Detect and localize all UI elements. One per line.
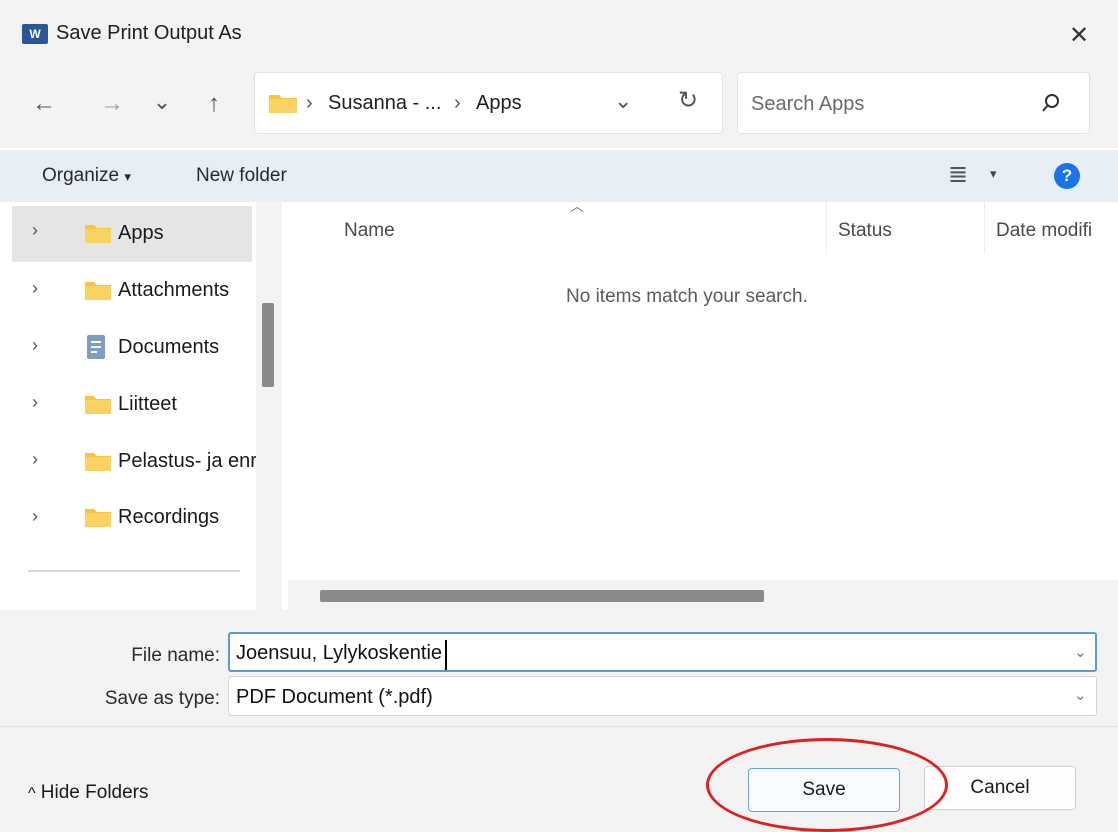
new-folder-button[interactable]: New folder xyxy=(196,165,287,187)
forward-button[interactable]: → xyxy=(92,84,132,124)
chevron-right-icon[interactable]: › xyxy=(32,220,38,241)
help-icon[interactable]: ? xyxy=(1054,163,1080,189)
view-dropdown-button[interactable]: ▾ xyxy=(990,166,997,182)
save-as-type-label: Save as type: xyxy=(104,688,220,709)
folder-icon xyxy=(85,509,111,527)
chevron-right-icon[interactable]: › xyxy=(32,506,38,527)
folder-icon xyxy=(85,396,111,414)
folder-icon xyxy=(85,453,111,471)
nav-scrollbar-track[interactable] xyxy=(256,202,282,610)
chevron-down-icon: ⌄ xyxy=(614,88,633,113)
chevron-right-icon[interactable]: › xyxy=(32,278,38,299)
search-placeholder: Search Apps xyxy=(751,93,865,115)
tree-item-label: Attachments xyxy=(118,279,230,301)
chevron-right-icon[interactable]: › xyxy=(32,392,38,413)
breadcrumb-item-apps[interactable]: Apps xyxy=(476,92,522,115)
file-list[interactable] xyxy=(288,202,1118,610)
tree-item-label: Apps xyxy=(118,222,164,244)
column-divider[interactable] xyxy=(826,202,827,254)
column-header-date-modified[interactable]: Date modifi xyxy=(996,220,1114,242)
footer-divider xyxy=(0,726,1118,727)
chevron-up-icon: ^ xyxy=(28,785,36,802)
column-header-status[interactable]: Status xyxy=(838,220,892,242)
refresh-icon: ↻ xyxy=(678,87,699,114)
list-view-icon: ≣ xyxy=(948,161,969,188)
chevron-down-icon[interactable]: ⌄ xyxy=(1074,686,1087,704)
folder-icon xyxy=(85,225,111,243)
column-divider[interactable] xyxy=(984,202,985,254)
arrow-up-icon: ↑ xyxy=(208,90,220,117)
arrow-left-icon: ← xyxy=(32,90,56,117)
view-options-button[interactable]: ≣ xyxy=(948,160,968,189)
search-icon[interactable] xyxy=(1040,92,1062,114)
folder-icon xyxy=(85,282,111,300)
tree-item-label: Documents xyxy=(118,336,220,358)
address-dropdown-button[interactable]: ⌄ xyxy=(614,88,632,114)
tree-item-label: Recordings xyxy=(118,506,220,528)
recent-locations-button[interactable]: ⌄ xyxy=(142,82,182,122)
organize-button[interactable]: Organize ▾ xyxy=(42,165,131,187)
hide-folders-label: Hide Folders xyxy=(40,782,149,803)
file-name-value: Joensuu, Lylykoskentie xyxy=(236,642,443,664)
caret-down-icon: ▾ xyxy=(990,166,997,181)
chevron-down-icon[interactable]: ⌄ xyxy=(1074,643,1087,661)
organize-label: Organize xyxy=(42,165,120,186)
empty-message: No items match your search. xyxy=(566,286,808,307)
chevron-down-icon: ⌄ xyxy=(152,89,172,114)
save-as-type-value: PDF Document (*.pdf) xyxy=(236,686,433,708)
tree-item-label: Liitteet xyxy=(118,393,177,415)
column-header-name[interactable]: Name xyxy=(344,220,395,242)
chevron-right-icon[interactable]: › xyxy=(32,335,38,356)
nav-divider xyxy=(28,570,240,572)
sort-ascending-icon: ︿ xyxy=(570,198,584,214)
breadcrumb-separator: › xyxy=(306,92,313,114)
documents-icon xyxy=(87,335,105,359)
horizontal-scrollbar-thumb[interactable] xyxy=(320,590,764,602)
tree-item-label: Pelastus- ja enr xyxy=(118,450,256,472)
chevron-right-icon[interactable]: › xyxy=(32,449,38,470)
save-button[interactable]: Save xyxy=(748,768,900,812)
arrow-right-icon: → xyxy=(100,90,124,117)
word-app-icon: W xyxy=(22,24,48,44)
refresh-button[interactable]: ↻ xyxy=(678,86,698,115)
window-title: Save Print Output As xyxy=(56,22,242,44)
file-name-label: File name: xyxy=(131,645,220,666)
back-button[interactable]: ← xyxy=(24,84,64,124)
caret-down-icon: ▾ xyxy=(124,169,131,184)
cancel-button[interactable]: Cancel xyxy=(924,766,1076,810)
close-button[interactable]: ✕ xyxy=(1052,14,1106,56)
up-button[interactable]: ↑ xyxy=(194,84,234,124)
breadcrumb-separator: › xyxy=(454,92,461,114)
close-icon: ✕ xyxy=(1068,21,1090,49)
nav-scrollbar-thumb[interactable] xyxy=(262,303,274,387)
breadcrumb-item-susanna[interactable]: Susanna - ... xyxy=(328,92,441,115)
folder-icon xyxy=(269,95,297,113)
text-cursor xyxy=(445,640,447,670)
hide-folders-button[interactable]: ^ Hide Folders xyxy=(28,782,149,804)
